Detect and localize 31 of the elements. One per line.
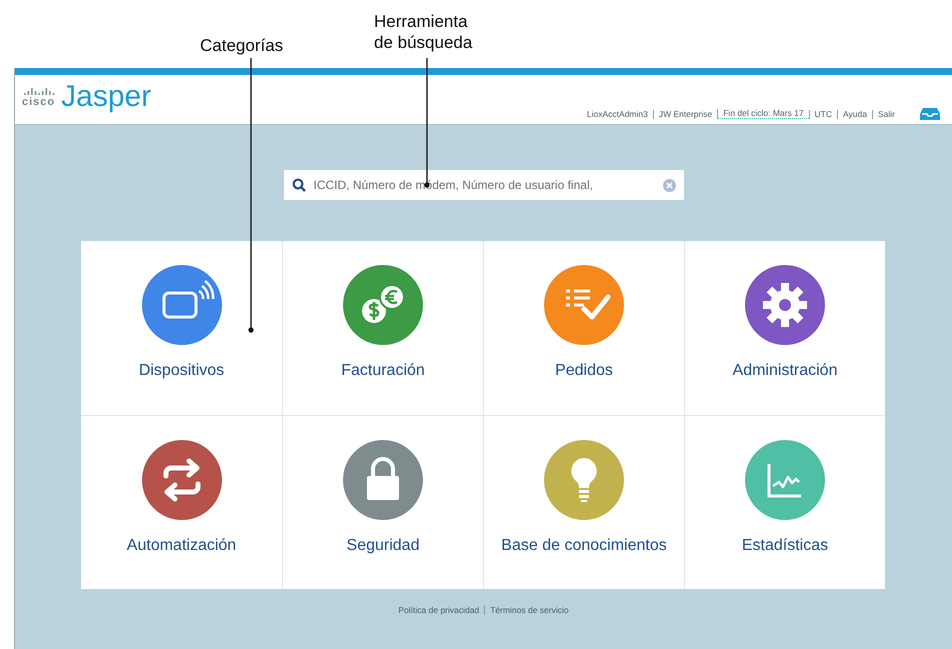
brand-name: Jasper bbox=[61, 81, 152, 113]
header-link[interactable]: Fin del ciclo: Mars 17 bbox=[717, 109, 809, 119]
footer-link[interactable]: Términos de servicio bbox=[484, 605, 574, 615]
footer-link[interactable]: Política de privacidad bbox=[393, 605, 484, 615]
category-link[interactable]: Seguridad bbox=[346, 537, 420, 555]
checklist-icon[interactable] bbox=[544, 265, 624, 345]
header-link[interactable]: JW Enterprise bbox=[652, 110, 718, 118]
inbox-icon[interactable] bbox=[920, 107, 940, 121]
padlock-icon[interactable] bbox=[343, 440, 423, 520]
category-link[interactable]: Pedidos bbox=[555, 362, 613, 380]
category-link[interactable]: Automatización bbox=[126, 537, 236, 555]
callout-label: Categorías bbox=[200, 35, 284, 56]
category-link[interactable]: Estadísticas bbox=[742, 537, 828, 555]
header-link[interactable]: LioxAcctAdmin3 bbox=[582, 110, 653, 118]
line-chart-icon[interactable] bbox=[745, 440, 825, 520]
clear-icon[interactable] bbox=[662, 178, 676, 192]
header-link[interactable]: Ayuda bbox=[837, 110, 872, 118]
gear-icon[interactable] bbox=[745, 265, 825, 345]
tablet-signal-icon[interactable] bbox=[142, 265, 222, 345]
callout-label: Herramienta de búsqueda bbox=[374, 11, 474, 53]
header-link[interactable]: UTC bbox=[808, 110, 838, 118]
coins-icon[interactable] bbox=[343, 265, 423, 345]
lightbulb-icon[interactable] bbox=[544, 440, 624, 520]
search-icon bbox=[292, 178, 306, 192]
category-link[interactable]: Base de conocimientos bbox=[501, 537, 667, 555]
swap-arrows-icon[interactable] bbox=[142, 440, 222, 520]
category-link[interactable]: Facturación bbox=[341, 362, 425, 380]
category-link[interactable]: Administración bbox=[732, 362, 838, 380]
cisco-logo: cisco bbox=[22, 86, 56, 108]
category-link[interactable]: Dispositivos bbox=[138, 362, 224, 380]
header-link[interactable]: Salir bbox=[872, 110, 900, 118]
